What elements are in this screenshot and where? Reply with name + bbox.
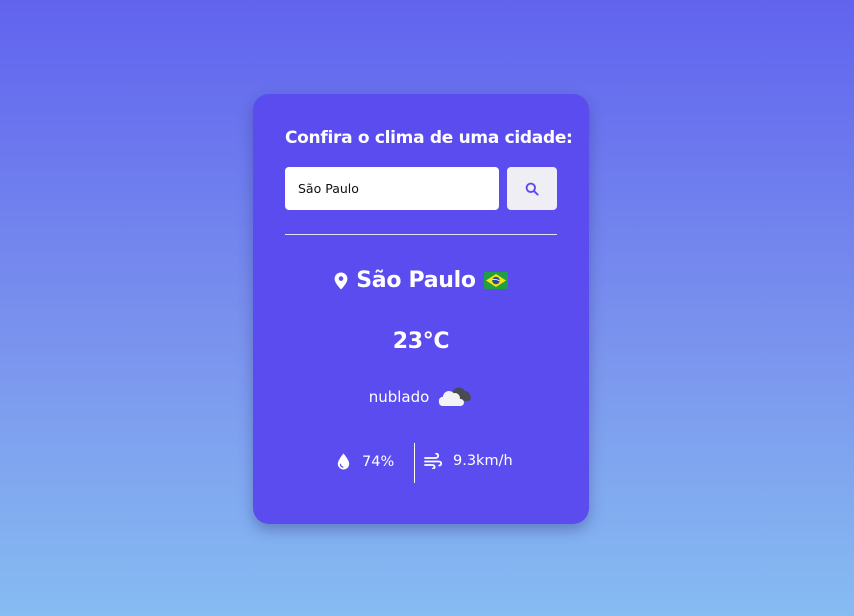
wind-speed-value: 9.3km/h [453,453,513,469]
search-bar [285,167,557,210]
temperature: 23°C [392,329,450,354]
brazil-flag-icon [483,272,508,289]
search-icon [525,182,539,196]
weather-description: nublado [368,388,430,406]
location-row: São Paulo [253,268,589,293]
map-pin-icon [334,272,348,290]
details-divider [414,443,415,483]
city-name: São Paulo [356,268,476,293]
wind-icon [424,453,442,469]
weather-description-row: nublado [253,383,589,411]
divider [285,234,557,235]
weather-card: Confira o clima de uma cidade: São Paulo [253,94,589,524]
cloudy-weather-icon [435,383,473,411]
droplet-icon [337,453,350,470]
city-search-input[interactable] [285,167,499,210]
wind-item: 9.3km/h [424,453,513,469]
weather-details: 74% 9.3km/h [253,443,589,483]
card-heading: Confira o clima de uma cidade: [285,128,573,148]
search-button[interactable] [507,167,557,210]
humidity-item: 74% [337,453,394,470]
humidity-value: 74% [362,453,395,470]
